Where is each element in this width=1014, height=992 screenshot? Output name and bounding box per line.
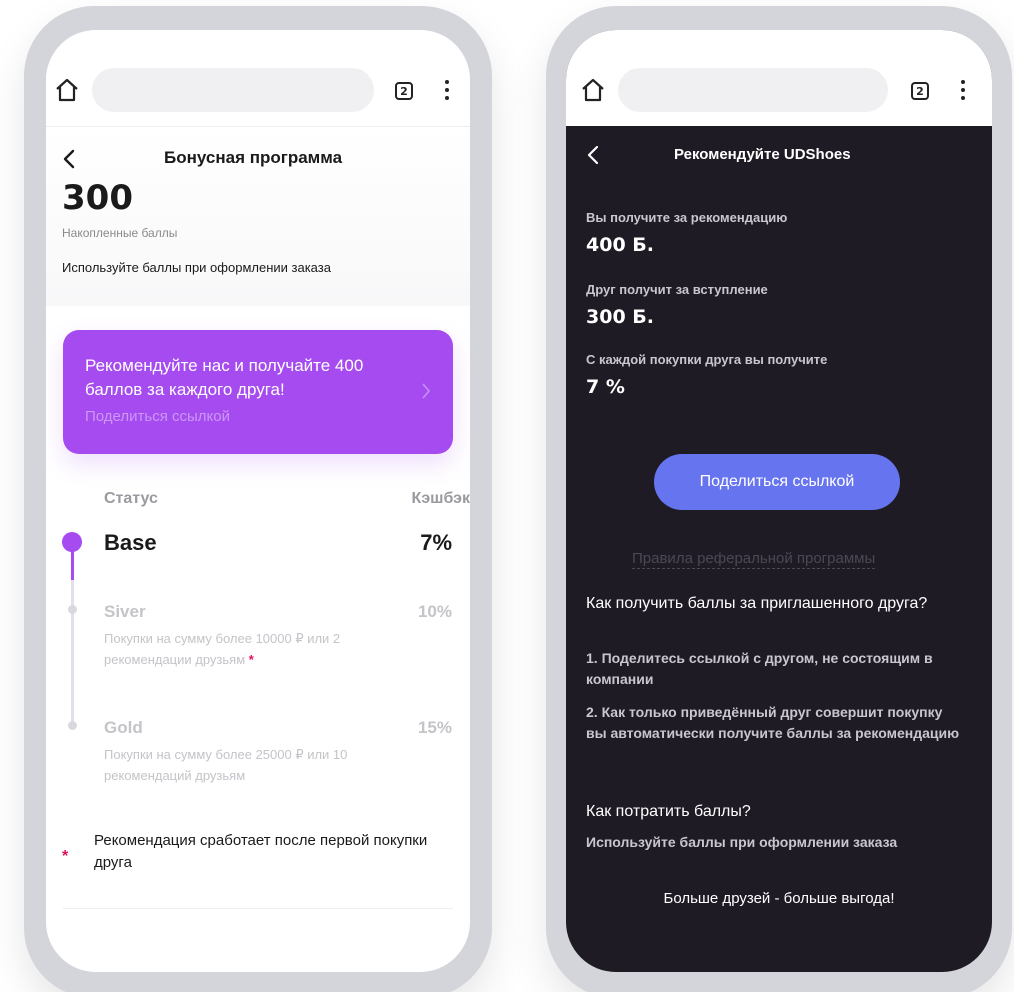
share-link[interactable]: Поделиться ссылкой (85, 408, 230, 425)
footnote-marker: * (248, 652, 254, 667)
home-icon[interactable] (580, 78, 606, 102)
screen-referral: 2 Рекомендуйте UDShoes Вы получите за ре… (566, 30, 992, 972)
share-link-button[interactable]: Поделиться ссылкой (654, 454, 900, 510)
referral-promo-card[interactable]: Рекомендуйте нас и получайте 400 баллов … (63, 330, 453, 454)
back-arrow-icon[interactable] (586, 144, 600, 166)
chevron-right-icon (422, 383, 431, 399)
purchase-cashback-value: 7 % (586, 376, 625, 398)
tier-name-gold: Gold (104, 718, 143, 737)
reward-friend-value: 300 Б. (586, 306, 654, 328)
footer-slogan: Больше друзей - больше выгода! (663, 890, 895, 907)
promo-text: Рекомендуйте нас и получайте 400 баллов … (85, 356, 364, 399)
timeline-track (71, 558, 74, 728)
address-bar[interactable] (92, 68, 374, 112)
tier-desc-siver: Покупки на сумму более 10000 ₽ или 2 рек… (104, 628, 394, 670)
points-hint: Используйте баллы при оформлении заказа (62, 260, 331, 275)
footnote-text: Рекомендация сработает после первой поку… (94, 832, 428, 871)
screen-bonus-program: 2 Бонусная программа 300 Накопленные бал… (46, 30, 470, 972)
faq-spend-body: Используйте баллы при оформлении заказа (586, 834, 898, 850)
divider (63, 908, 453, 909)
more-vert-icon[interactable] (960, 80, 966, 102)
tier-name-base: Base (104, 530, 157, 555)
page-title: Бонусная программа (164, 148, 343, 167)
points-label: Накопленные баллы (62, 226, 178, 240)
tier-desc-gold: Покупки на сумму более 25000 ₽ или 10 ре… (104, 747, 348, 783)
phone-frame-right: 2 Рекомендуйте UDShoes Вы получите за ре… (546, 6, 1012, 992)
tier-desc-siver-text: Покупки на сумму более 10000 ₽ или 2 рек… (104, 631, 341, 667)
column-status-header: Статус (104, 490, 158, 507)
points-balance: 300 (62, 178, 133, 218)
page-title: Рекомендуйте UDShoes (674, 146, 851, 163)
address-bar[interactable] (618, 68, 888, 112)
footnote-asterisk: * (62, 848, 69, 865)
tier-cashback-gold: 15% (417, 718, 452, 737)
more-vert-icon[interactable] (444, 80, 450, 102)
tier-dot (68, 721, 77, 730)
browser-toolbar: 2 (46, 30, 470, 126)
home-icon[interactable] (54, 78, 80, 102)
browser-toolbar: 2 (566, 30, 992, 126)
back-arrow-icon[interactable] (62, 148, 76, 170)
faq-earn-step-2: 2. Как только приведённый друг совершит … (586, 704, 960, 741)
tier-name-siver: Siver (104, 602, 146, 621)
tier-dot (68, 605, 77, 614)
reward-referrer-label: Вы получите за рекомендацию (586, 210, 788, 225)
purchase-cashback-label: С каждой покупки друга вы получите (586, 352, 828, 367)
faq-earn-title: Как получить баллы за приглашенного друг… (586, 595, 928, 612)
tier-cashback-siver: 10% (417, 602, 452, 621)
column-cashback-header: Кэшбэк (411, 490, 470, 507)
faq-earn-step-1: 1. Поделитесь ссылкой с другом, не состо… (586, 650, 933, 687)
reward-friend-label: Друг получит за вступление (586, 282, 768, 297)
referral-rules-link[interactable]: Правила реферальной программы (632, 550, 876, 569)
tier-dot-active (62, 532, 82, 552)
tabs-icon[interactable]: 2 (395, 82, 413, 100)
tier-cashback-base: 7% (420, 530, 452, 555)
reward-referrer-value: 400 Б. (586, 234, 654, 256)
phone-frame-left: 2 Бонусная программа 300 Накопленные бал… (24, 6, 492, 992)
faq-spend-title: Как потратить баллы? (586, 803, 751, 820)
tabs-icon[interactable]: 2 (911, 82, 929, 100)
